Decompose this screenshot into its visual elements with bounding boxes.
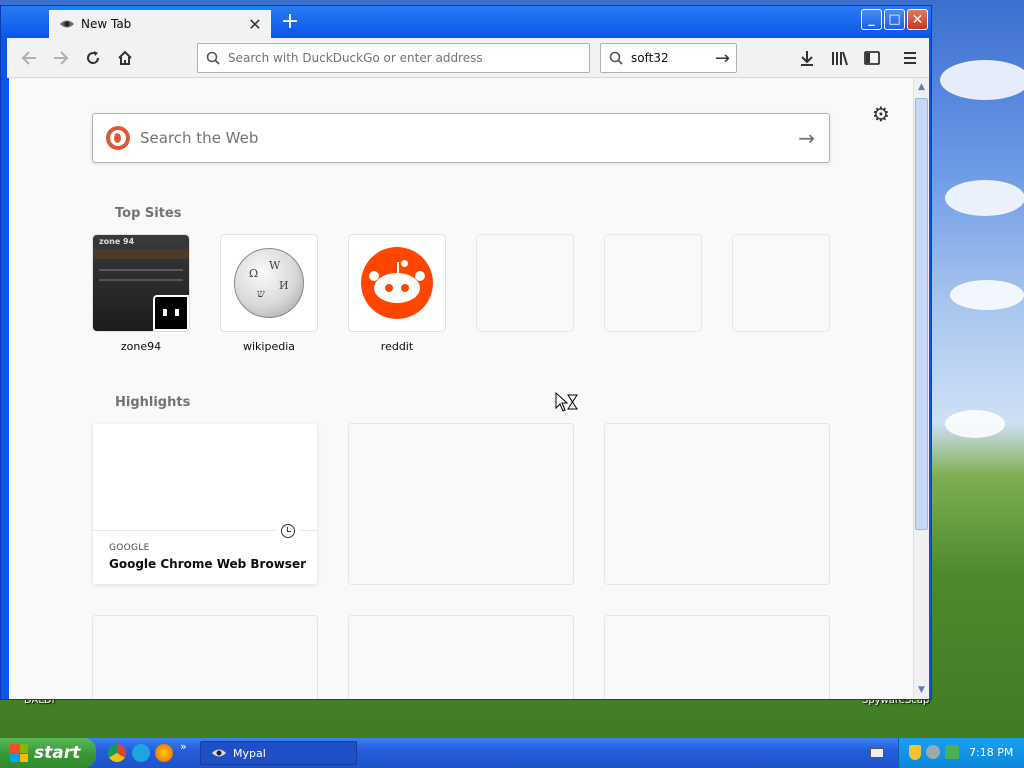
maximize-button[interactable]: □	[884, 9, 905, 30]
desktop-cloud	[945, 180, 1024, 216]
desktop-cloud	[950, 280, 1024, 310]
tab-new-tab[interactable]: New Tab ✕	[49, 8, 271, 38]
highlight-card[interactable]: GOOGLE Google Chrome Web Browser	[93, 424, 317, 584]
search-input[interactable]: soft32	[631, 51, 715, 65]
scroll-up-icon[interactable]: ▲	[914, 80, 929, 94]
gear-icon[interactable]: ⚙	[872, 102, 890, 126]
firefox-icon[interactable]	[155, 744, 173, 762]
sidebar-icon[interactable]	[860, 46, 884, 70]
tray-app-icon[interactable]	[926, 745, 940, 759]
zone94-icon	[153, 295, 189, 331]
top-site-placeholder	[477, 235, 573, 331]
highlight-placeholder	[93, 616, 317, 699]
top-site-label[interactable]: wikipedia	[221, 340, 317, 353]
tab-title: New Tab	[81, 17, 132, 31]
highlights-title: Highlights	[115, 395, 191, 410]
mypal-icon	[59, 16, 75, 32]
title-bar[interactable]: New Tab ✕ + _ □ ✕	[1, 6, 931, 38]
highlight-placeholder	[349, 424, 573, 584]
minimize-button[interactable]: _	[861, 9, 882, 30]
back-icon[interactable]	[17, 46, 41, 70]
desktop-cloud	[945, 410, 1005, 438]
desktop-cloud	[940, 60, 1024, 100]
duckduckgo-icon	[106, 126, 130, 150]
clock-icon	[275, 518, 301, 544]
internet-explorer-icon[interactable]	[132, 744, 150, 762]
start-label: start	[34, 743, 81, 763]
reload-icon[interactable]	[81, 46, 105, 70]
top-site-placeholder	[733, 235, 829, 331]
highlight-title: Google Chrome Web Browser	[109, 557, 306, 571]
url-bar[interactable]: Search with DuckDuckGo or enter address	[197, 43, 590, 73]
top-site-label[interactable]: reddit	[349, 340, 445, 353]
network-icon[interactable]	[945, 745, 959, 759]
busy-cursor-icon	[555, 392, 578, 412]
url-placeholder: Search with DuckDuckGo or enter address	[228, 51, 483, 65]
browser-window: New Tab ✕ + _ □ ✕ Search with DuckDuckGo…	[0, 5, 932, 700]
navigation-toolbar: Search with DuckDuckGo or enter address …	[7, 38, 929, 78]
top-site-tile[interactable]: Ω W И ש	[221, 235, 317, 331]
forward-icon[interactable]	[49, 46, 73, 70]
security-shield-icon[interactable]	[909, 745, 921, 760]
top-site-tile[interactable]	[349, 235, 445, 331]
top-sites-title: Top Sites	[115, 206, 182, 221]
highlight-placeholder	[605, 616, 829, 699]
search-bar[interactable]: soft32 →	[600, 43, 737, 73]
highlight-placeholder	[605, 424, 829, 584]
taskbar-item-label: Mypal	[233, 746, 266, 760]
keyboard-icon[interactable]	[870, 748, 884, 758]
web-search-placeholder: Search the Web	[140, 129, 259, 147]
highlight-source: GOOGLE	[109, 543, 150, 553]
arrow-right-icon[interactable]: →	[798, 126, 815, 150]
close-window-button[interactable]: ✕	[907, 9, 928, 30]
reddit-icon	[361, 247, 433, 319]
mypal-icon	[212, 749, 226, 757]
quick-launch-overflow[interactable]: »	[180, 740, 187, 753]
wikipedia-icon: Ω W И ש	[234, 248, 304, 318]
vertical-scrollbar[interactable]: ▲ ▼	[913, 78, 929, 699]
new-tab-button[interactable]: +	[279, 11, 301, 34]
chrome-icon[interactable]	[108, 744, 126, 762]
top-site-placeholder	[605, 235, 701, 331]
new-tab-page: ⚙ Search the Web → Top Sites zone 94 zon…	[9, 78, 913, 699]
menu-icon[interactable]	[898, 46, 922, 70]
download-icon[interactable]	[795, 46, 819, 70]
taskbar: start » Mypal 7:18 PM	[0, 738, 1024, 768]
clock-time[interactable]: 7:18 PM	[969, 746, 1013, 759]
taskbar-item-mypal[interactable]: Mypal	[200, 741, 357, 765]
scrollbar-thumb[interactable]	[915, 98, 928, 530]
home-icon[interactable]	[113, 46, 137, 70]
web-search-box[interactable]: Search the Web →	[92, 113, 830, 163]
library-icon[interactable]	[828, 46, 852, 70]
top-site-tile[interactable]: zone 94	[93, 235, 189, 331]
highlight-placeholder	[349, 616, 573, 699]
go-arrow-icon[interactable]: →	[715, 48, 730, 69]
scroll-down-icon[interactable]: ▼	[914, 683, 929, 697]
search-icon	[609, 51, 623, 65]
system-tray: 7:18 PM	[898, 738, 1024, 768]
windows-logo-icon	[10, 744, 28, 762]
top-site-label[interactable]: zone94	[93, 340, 189, 353]
close-icon[interactable]: ✕	[245, 14, 265, 34]
search-icon	[206, 51, 220, 65]
start-button[interactable]: start	[0, 738, 96, 768]
